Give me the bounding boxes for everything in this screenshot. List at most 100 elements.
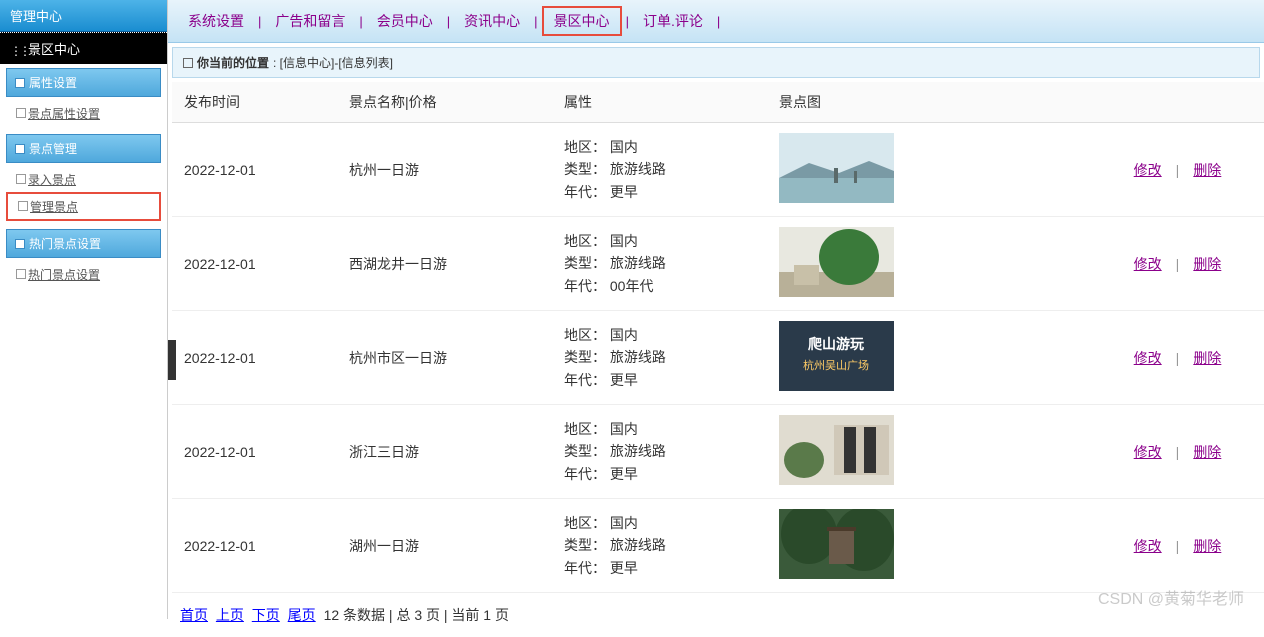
cell-image [767,123,1087,217]
cell-actions: 修改 | 删除 [1087,217,1264,311]
cell-name: 杭州一日游 [337,123,552,217]
cell-attr: 地区： 国内类型： 旅游线路年代： 更早 [552,405,767,499]
menu-group-header[interactable]: 热门景点设置 [6,229,161,258]
watermark: CSDN @黄菊华老师 [1098,585,1244,609]
square-icon [15,144,25,154]
cell-date: 2022-12-01 [172,311,337,405]
topnav-item[interactable]: 订单.评论 [633,8,713,34]
sidebar-drag-handle[interactable] [168,340,176,380]
topnav-separator: | [447,14,450,29]
topnav-separator: | [534,14,537,29]
delete-link[interactable]: 删除 [1193,162,1221,178]
svg-text:杭州吴山广场: 杭州吴山广场 [803,358,869,372]
menu-group-header[interactable]: 景点管理 [6,134,161,163]
sidebar-section-title: 景区中心 [0,32,167,64]
topnav-separator: | [717,14,720,29]
page-next[interactable]: 下页 [252,607,280,623]
table-header: 发布时间 [172,82,337,123]
main-content: 系统设置 | 广告和留言 | 会员中心 | 资讯中心 | 景区中心 | 订单.评论 | 你当前的位置 … [168,0,1264,619]
cell-name: 浙江三日游 [337,405,552,499]
table-header: 景点名称|价格 [337,82,552,123]
cell-date: 2022-12-01 [172,499,337,593]
action-separator: | [1176,350,1180,366]
edit-link[interactable]: 修改 [1134,350,1162,366]
table-header: 属性 [552,82,767,123]
svg-text:爬山游玩: 爬山游玩 [808,336,864,352]
cell-actions: 修改 | 删除 [1087,311,1264,405]
topnav-item[interactable]: 资讯中心 [454,8,530,34]
delete-link[interactable]: 删除 [1193,256,1221,272]
topnav-item[interactable]: 会员中心 [367,8,443,34]
action-separator: | [1176,538,1180,554]
table-header [1087,82,1264,123]
sidebar-title-text: 景区中心 [28,39,80,58]
menu-group: 属性设置景点属性设置 [6,68,161,130]
cell-attr: 地区： 国内类型： 旅游线路年代： 更早 [552,123,767,217]
menu-item[interactable]: 录入景点 [6,167,161,192]
topnav-separator: | [626,14,629,29]
cell-date: 2022-12-01 [172,217,337,311]
topnav-separator: | [359,14,362,29]
delete-link[interactable]: 删除 [1193,444,1221,460]
cell-image [767,217,1087,311]
page-prev[interactable]: 上页 [216,607,244,623]
delete-link[interactable]: 删除 [1193,350,1221,366]
table-row: 2022-12-01湖州一日游地区： 国内类型： 旅游线路年代： 更早 修改 | 删除 [172,499,1264,593]
thumbnail-image: 爬山游玩杭州吴山广场 [779,321,894,391]
action-separator: | [1176,162,1180,178]
cell-name: 西湖龙井一日游 [337,217,552,311]
square-icon [15,239,25,249]
cell-image [767,405,1087,499]
page-first[interactable]: 首页 [180,607,208,623]
cell-date: 2022-12-01 [172,405,337,499]
menu-item[interactable]: 热门景点设置 [6,262,161,287]
square-icon [15,78,25,88]
menu-item[interactable]: 管理景点 [6,192,161,221]
cell-image: 爬山游玩杭州吴山广场 [767,311,1087,405]
cell-image [767,499,1087,593]
thumbnail-image [779,227,894,297]
top-nav: 系统设置 | 广告和留言 | 会员中心 | 资讯中心 | 景区中心 | 订单.评论 | [168,0,1264,43]
cell-actions: 修改 | 删除 [1087,123,1264,217]
page-last[interactable]: 尾页 [288,607,316,623]
cell-actions: 修改 | 删除 [1087,499,1264,593]
cell-attr: 地区： 国内类型： 旅游线路年代： 更早 [552,311,767,405]
edit-link[interactable]: 修改 [1134,256,1162,272]
table-row: 2022-12-01杭州市区一日游地区： 国内类型： 旅游线路年代： 更早爬山游… [172,311,1264,405]
grip-icon [10,43,22,55]
cell-attr: 地区： 国内类型： 旅游线路年代： 00年代 [552,217,767,311]
edit-link[interactable]: 修改 [1134,444,1162,460]
table-row: 2022-12-01西湖龙井一日游地区： 国内类型： 旅游线路年代： 00年代 修… [172,217,1264,311]
data-table: 发布时间景点名称|价格属性景点图 2022-12-01杭州一日游地区： 国内类型… [172,82,1264,593]
breadcrumb: 你当前的位置 : [信息中心]-[信息列表] [172,47,1260,78]
table-header: 景点图 [767,82,1087,123]
thumbnail-image [779,415,894,485]
table-row: 2022-12-01浙江三日游地区： 国内类型： 旅游线路年代： 更早 修改 | 删除 [172,405,1264,499]
breadcrumb-path: : [信息中心]-[信息列表] [273,54,393,71]
topnav-item[interactable]: 系统设置 [178,8,254,34]
table-row: 2022-12-01杭州一日游地区： 国内类型： 旅游线路年代： 更早 修改 | 删除 [172,123,1264,217]
menu-group: 热门景点设置热门景点设置 [6,229,161,291]
menu-group-header[interactable]: 属性设置 [6,68,161,97]
cell-name: 杭州市区一日游 [337,311,552,405]
page-summary: 12 条数据 | 总 3 页 | 当前 1 页 [324,607,509,623]
cell-name: 湖州一日游 [337,499,552,593]
sidebar: 管理中心 景区中心 属性设置景点属性设置景点管理录入景点管理景点热门景点设置热门… [0,0,168,619]
thumbnail-image [779,509,894,579]
topnav-separator: | [258,14,261,29]
breadcrumb-icon [183,58,193,68]
delete-link[interactable]: 删除 [1193,538,1221,554]
menu-item[interactable]: 景点属性设置 [6,101,161,126]
cell-attr: 地区： 国内类型： 旅游线路年代： 更早 [552,499,767,593]
action-separator: | [1176,444,1180,460]
action-separator: | [1176,256,1180,272]
cell-actions: 修改 | 删除 [1087,405,1264,499]
edit-link[interactable]: 修改 [1134,538,1162,554]
edit-link[interactable]: 修改 [1134,162,1162,178]
topnav-item[interactable]: 广告和留言 [265,8,355,34]
breadcrumb-label: 你当前的位置 [197,54,269,71]
sidebar-header: 管理中心 [0,0,167,32]
cell-date: 2022-12-01 [172,123,337,217]
topnav-item[interactable]: 景区中心 [542,6,622,36]
thumbnail-image [779,133,894,203]
